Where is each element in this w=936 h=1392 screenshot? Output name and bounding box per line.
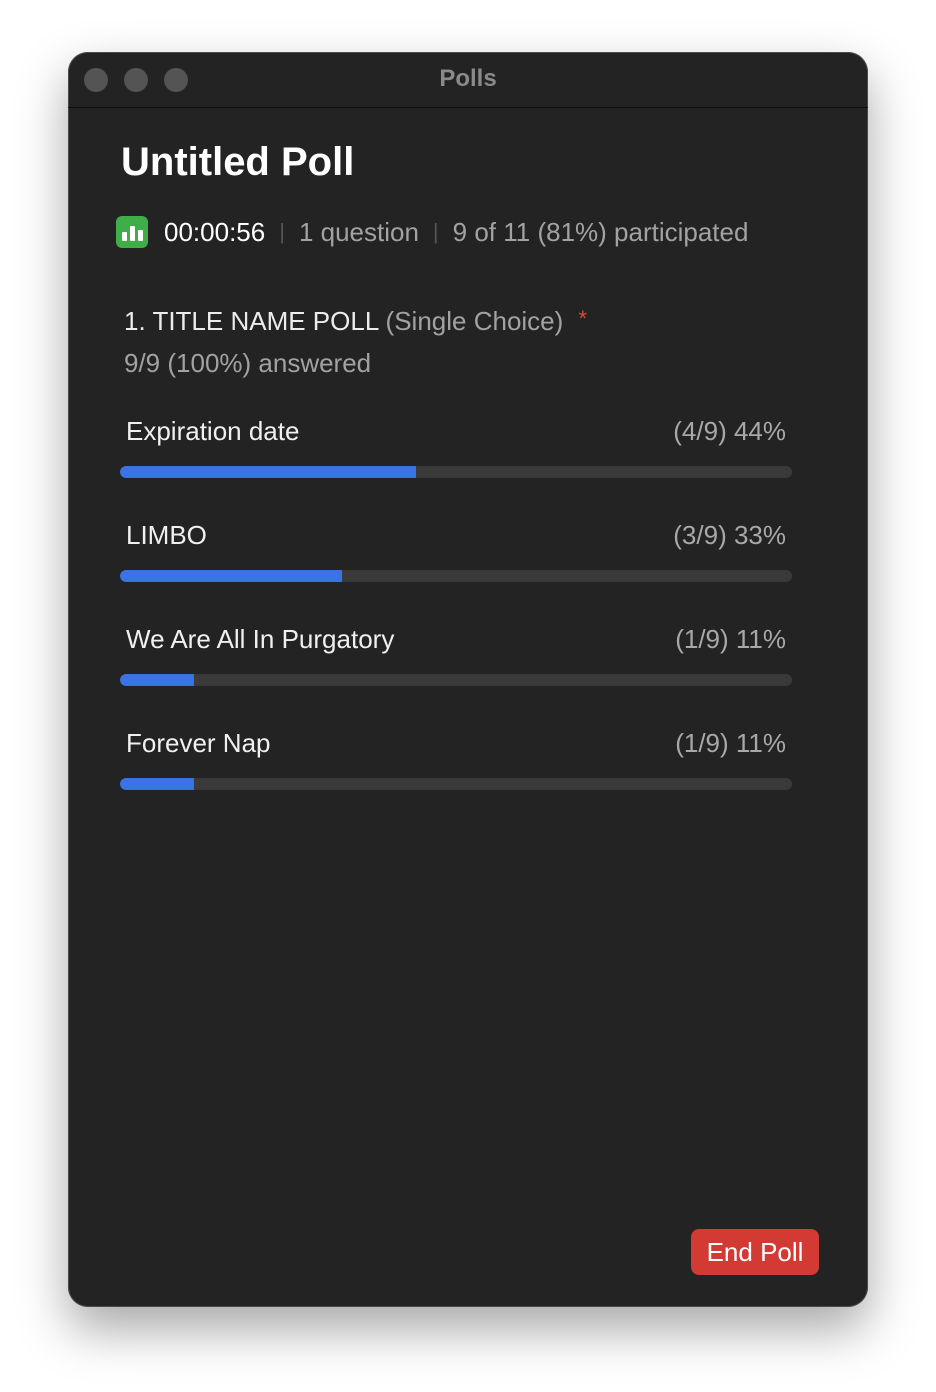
option-label: Forever Nap [126, 728, 271, 758]
participation-count: 9 of 11 (81%) participated [452, 216, 749, 247]
polls-window: Polls Untitled Poll 00:00:56 | 1 questio… [68, 52, 868, 1307]
question-count: 1 question [298, 216, 419, 247]
option-bar-fill [120, 778, 194, 790]
poll-timer: 00:00:56 [164, 216, 266, 247]
option-stat: (4/9) 44% [673, 416, 786, 446]
option-stat: (3/9) 33% [673, 520, 786, 550]
option-row: We Are All In Purgatory (1/9) 11% [120, 624, 792, 696]
option-stat: (1/9) 11% [675, 624, 786, 654]
required-asterisk: * [578, 306, 588, 331]
option-stat: (1/9) 11% [675, 728, 786, 758]
option-row: LIMBO (3/9) 33% [120, 520, 792, 592]
question-type: (Single Choice) [385, 306, 564, 336]
question-heading: 1. TITLE NAME POLL (Single Choice) * [124, 306, 587, 337]
bar-chart-icon [116, 216, 148, 248]
end-poll-button[interactable]: End Poll [691, 1229, 819, 1275]
option-row: Expiration date (4/9) 44% [120, 416, 792, 488]
option-bar-fill [120, 570, 342, 582]
option-bar-fill [120, 674, 194, 686]
option-label: LIMBO [126, 520, 207, 550]
option-row: Forever Nap (1/9) 11% [120, 728, 792, 800]
option-bar-track [120, 466, 792, 478]
window-title: Polls [439, 65, 497, 92]
option-bar-track [120, 674, 792, 686]
answered-count: 9/9 (100%) answered [124, 348, 372, 378]
titlebar: Polls [68, 52, 868, 108]
option-label: Expiration date [126, 416, 300, 446]
poll-title: Untitled Poll [121, 140, 355, 184]
option-bar-track [120, 778, 792, 790]
meta-divider: | [432, 219, 439, 244]
option-bar-fill [120, 466, 416, 478]
question-text: 1. TITLE NAME POLL [124, 306, 379, 336]
option-label: We Are All In Purgatory [126, 624, 395, 654]
poll-meta: 00:00:56 | 1 question | 9 of 11 (81%) pa… [116, 216, 748, 248]
option-bar-track [120, 570, 792, 582]
meta-divider: | [279, 219, 285, 244]
